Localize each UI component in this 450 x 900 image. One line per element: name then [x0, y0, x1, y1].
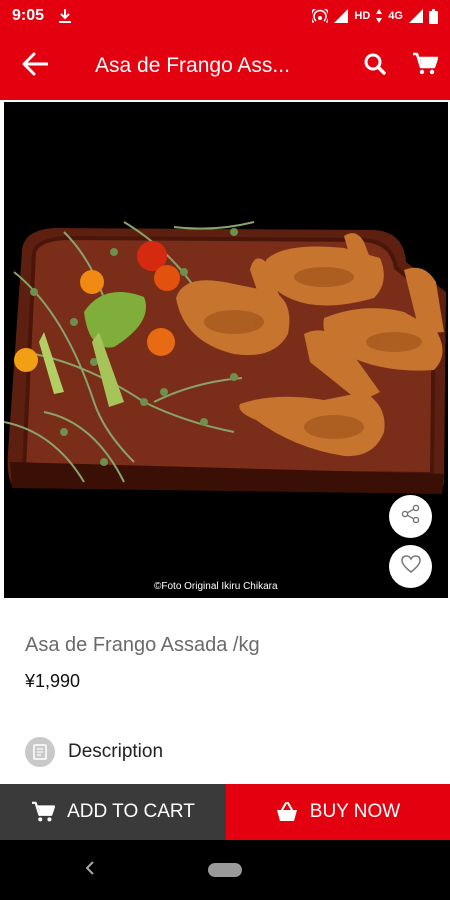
network-type-label: 4G — [388, 10, 403, 22]
share-icon — [401, 504, 421, 529]
basket-icon — [276, 802, 298, 822]
app-bar: Asa de Frango Ass... — [0, 32, 450, 100]
signal-icon-2 — [409, 9, 423, 23]
add-to-cart-label: ADD TO CART — [67, 801, 195, 822]
action-bar: ADD TO CART BUY NOW — [0, 784, 450, 840]
description-row[interactable]: Description — [25, 737, 163, 767]
buy-now-label: BUY NOW — [309, 801, 401, 822]
heart-icon — [400, 554, 422, 579]
product-price: ¥1,990 — [25, 671, 81, 691]
status-time: 9:05 — [12, 7, 45, 24]
back-arrow-icon — [22, 52, 49, 81]
screen: 9:05 HD 4G Asa de Frango Ass... ©Foto Or… — [0, 0, 450, 900]
document-icon — [25, 737, 55, 767]
cart-button[interactable] — [400, 32, 450, 100]
nav-back-icon — [85, 860, 95, 880]
buy-now-button[interactable]: BUY NOW — [226, 784, 450, 840]
add-to-cart-button[interactable]: ADD TO CART — [0, 784, 226, 840]
status-icons: HD 4G — [312, 8, 438, 24]
app-actions — [350, 32, 450, 100]
hotspot-icon — [312, 9, 329, 23]
nav-back-button[interactable] — [80, 858, 100, 882]
search-button[interactable] — [350, 32, 400, 100]
download-icon — [58, 8, 72, 24]
nav-home-button[interactable] — [208, 863, 242, 877]
search-icon — [364, 53, 386, 80]
battery-icon — [429, 8, 438, 24]
photo-credit: ©Foto Original Ikiru Chikara — [154, 581, 278, 592]
description-label: Description — [68, 741, 164, 762]
status-bar: 9:05 HD 4G — [0, 0, 450, 32]
page-title: Asa de Frango Ass... — [95, 54, 290, 77]
cart-icon — [31, 801, 56, 823]
system-nav-bar — [0, 840, 450, 900]
share-button[interactable] — [389, 495, 432, 538]
favorite-button[interactable] — [389, 545, 432, 588]
signal-icon — [334, 9, 349, 23]
product-image[interactable]: ©Foto Original Ikiru Chikara — [4, 102, 448, 598]
network-label: HD — [354, 10, 371, 22]
product-name: Asa de Frango Assada /kg — [25, 634, 260, 656]
data-arrows-icon — [376, 9, 383, 23]
cart-icon — [412, 52, 439, 81]
food-photo — [4, 102, 448, 598]
back-button[interactable] — [0, 32, 70, 100]
